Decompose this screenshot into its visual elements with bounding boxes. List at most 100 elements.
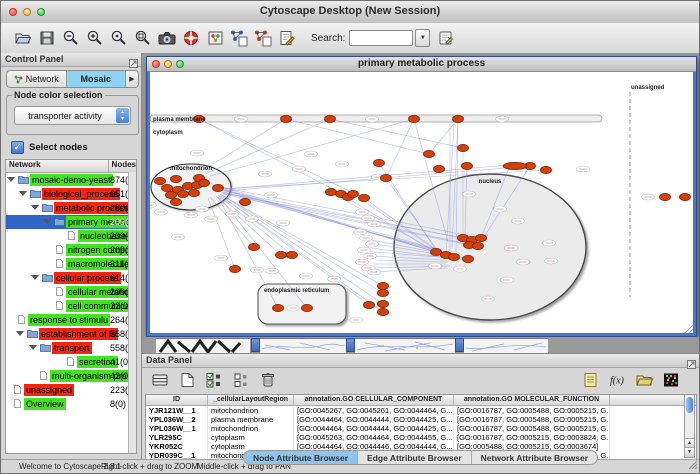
graph-node[interactable]: [660, 193, 671, 200]
tree-row[interactable]: cellular process614(0): [6, 271, 136, 285]
graph-node[interactable]: [431, 248, 442, 255]
tree-row[interactable]: biological_process651(0): [6, 187, 136, 201]
graph-node[interactable]: [199, 179, 210, 186]
background-window[interactable]: [355, 338, 455, 353]
graph-node[interactable]: [364, 301, 375, 308]
help-ring-icon[interactable]: [181, 28, 201, 48]
table-cell[interactable]: [GO:0016787, GO:0005488, GO:0005215, G..…: [454, 406, 610, 415]
disclosure-triangle-icon[interactable]: [29, 345, 37, 350]
zoom-selected-icon[interactable]: [109, 28, 129, 48]
disclosure-triangle-icon[interactable]: [16, 331, 24, 336]
graph-node[interactable]: [281, 115, 292, 122]
graph-node[interactable]: [680, 193, 691, 200]
background-window-frame[interactable]: [251, 338, 260, 352]
tab-network[interactable]: Network: [7, 71, 67, 87]
table-cell[interactable]: [GO:0045263, GO:0044464, GO:0044455, G..…: [294, 433, 454, 442]
graph-node[interactable]: [462, 162, 473, 169]
more-tabs-arrow-icon[interactable]: ▶: [126, 71, 138, 87]
zoom-in-icon[interactable]: [85, 28, 105, 48]
graph-node[interactable]: [166, 191, 177, 198]
graph-node[interactable]: [240, 198, 251, 205]
layout-blue-icon[interactable]: [229, 28, 249, 48]
table-cell[interactable]: YJR121W__1: [146, 406, 208, 415]
search-input[interactable]: [349, 30, 413, 46]
background-window-frame[interactable]: [455, 338, 464, 352]
graph-node[interactable]: [171, 175, 182, 182]
table-cell[interactable]: [GO:0044464, GO:0044444, GO:0044425, G..…: [294, 424, 454, 433]
disclosure-triangle-icon[interactable]: [19, 191, 27, 196]
table-scrollbar[interactable]: ▲ ▼: [684, 394, 695, 458]
table-row[interactable]: YJR121W__1mitochondrion[GO:0045267, GO:0…: [146, 406, 696, 415]
table-cell[interactable]: [GO:0044464, GO:0044444, GO:0044425, G..…: [294, 415, 454, 424]
open-folder-icon[interactable]: [13, 28, 33, 48]
disclosure-triangle-icon[interactable]: [31, 205, 39, 210]
network-canvas[interactable]: plasma membranecytoplasmmitochondrionnuc…: [150, 72, 693, 333]
graph-node[interactable]: [178, 190, 189, 197]
search-config-icon[interactable]: [436, 28, 456, 48]
graph-node[interactable]: [378, 282, 389, 289]
graph-node[interactable]: [273, 304, 284, 311]
graph-node[interactable]: [378, 289, 389, 296]
graph-node[interactable]: [473, 242, 484, 249]
tree-row[interactable]: unassigned223(0): [6, 383, 136, 397]
zoom-fit-icon[interactable]: [133, 28, 153, 48]
graph-node[interactable]: [348, 190, 359, 197]
annotation-icon[interactable]: [277, 28, 297, 48]
node-color-dropdown[interactable]: transporter activity ▲▼: [14, 106, 131, 125]
graph-node[interactable]: [434, 165, 445, 172]
graph-node[interactable]: [463, 255, 474, 262]
tree-row[interactable]: mosaic-demo-yeast874(0): [6, 173, 136, 187]
graph-node[interactable]: [453, 115, 464, 122]
table-cell[interactable]: plasma membrane: [208, 415, 294, 424]
tree-column-network[interactable]: Network: [6, 160, 109, 172]
table-cell[interactable]: mitochondrion: [208, 424, 294, 433]
background-window[interactable]: [156, 338, 250, 353]
table-cell[interactable]: [GO:0016787, GO:0005215, GO:0003824, G..…: [454, 433, 610, 442]
camera-icon[interactable]: [157, 28, 177, 48]
unselect-attributes-icon[interactable]: [231, 370, 251, 390]
graph-node[interactable]: [503, 162, 527, 169]
table-cell[interactable]: cytoplasm: [208, 433, 294, 442]
graph-node[interactable]: [162, 184, 173, 191]
graph-node[interactable]: [458, 144, 469, 151]
tree-row[interactable]: establishment of lo558(0): [6, 327, 136, 341]
tree-row[interactable]: secretion41(0): [6, 355, 136, 369]
notepad-icon[interactable]: [580, 370, 600, 390]
graph-node[interactable]: [155, 177, 166, 184]
tree-row[interactable]: nitrogen compo209(0): [6, 243, 136, 257]
save-icon[interactable]: [37, 28, 57, 48]
network-window-title-bar[interactable]: primary metabolic process: [147, 57, 696, 72]
graph-node[interactable]: [189, 189, 200, 196]
tree-row[interactable]: macromolecule311(0): [6, 257, 136, 271]
disclosure-triangle-icon[interactable]: [31, 275, 39, 280]
background-window-frame[interactable]: [346, 338, 355, 352]
table-row[interactable]: YPL036W__2plasma membrane[GO:0044464, GO…: [146, 415, 696, 424]
tree-row[interactable]: cell communicat22(0): [6, 299, 136, 313]
table-column-header[interactable]: _cellularLayoutRegion: [208, 395, 294, 405]
tab-node-attribute-browser[interactable]: Node Attribute Browser: [244, 451, 358, 464]
formula-icon[interactable]: f(x): [607, 370, 627, 390]
tab-network-attribute-browser[interactable]: Network Attribute Browser: [472, 451, 597, 464]
tree-row[interactable]: response to stimulu264(0): [6, 313, 136, 327]
tree-row[interactable]: metabolic process280(0): [6, 201, 136, 215]
graph-node[interactable]: [449, 253, 460, 260]
table-cell[interactable]: YLR295C: [146, 433, 208, 442]
tree-row[interactable]: nucleobase-209(0): [6, 229, 136, 243]
graph-node[interactable]: [374, 159, 385, 166]
table-row[interactable]: YLR295Ccytoplasm[GO:0045263, GO:0044464,…: [146, 433, 696, 442]
disclosure-triangle-icon[interactable]: [43, 219, 51, 224]
disclosure-triangle-icon[interactable]: [7, 177, 15, 182]
graph-node[interactable]: [541, 166, 552, 173]
zoom-out-icon[interactable]: [61, 28, 81, 48]
layout-red-icon[interactable]: [253, 28, 273, 48]
table-cell[interactable]: YPL036W__1: [146, 424, 208, 433]
graph-node[interactable]: [424, 150, 435, 157]
canvas-resize-grip-icon[interactable]: [684, 323, 693, 333]
graph-node[interactable]: [326, 188, 337, 195]
graph-node[interactable]: [302, 304, 313, 311]
tree-row[interactable]: primary metabo209(...: [6, 215, 136, 229]
vizmapper-icon[interactable]: [205, 28, 225, 48]
tab-edge-attribute-browser[interactable]: Edge Attribute Browser: [358, 451, 472, 464]
graph-node[interactable]: [171, 198, 182, 205]
table-row[interactable]: YPL036W__1mitochondrion[GO:0044464, GO:0…: [146, 424, 696, 433]
